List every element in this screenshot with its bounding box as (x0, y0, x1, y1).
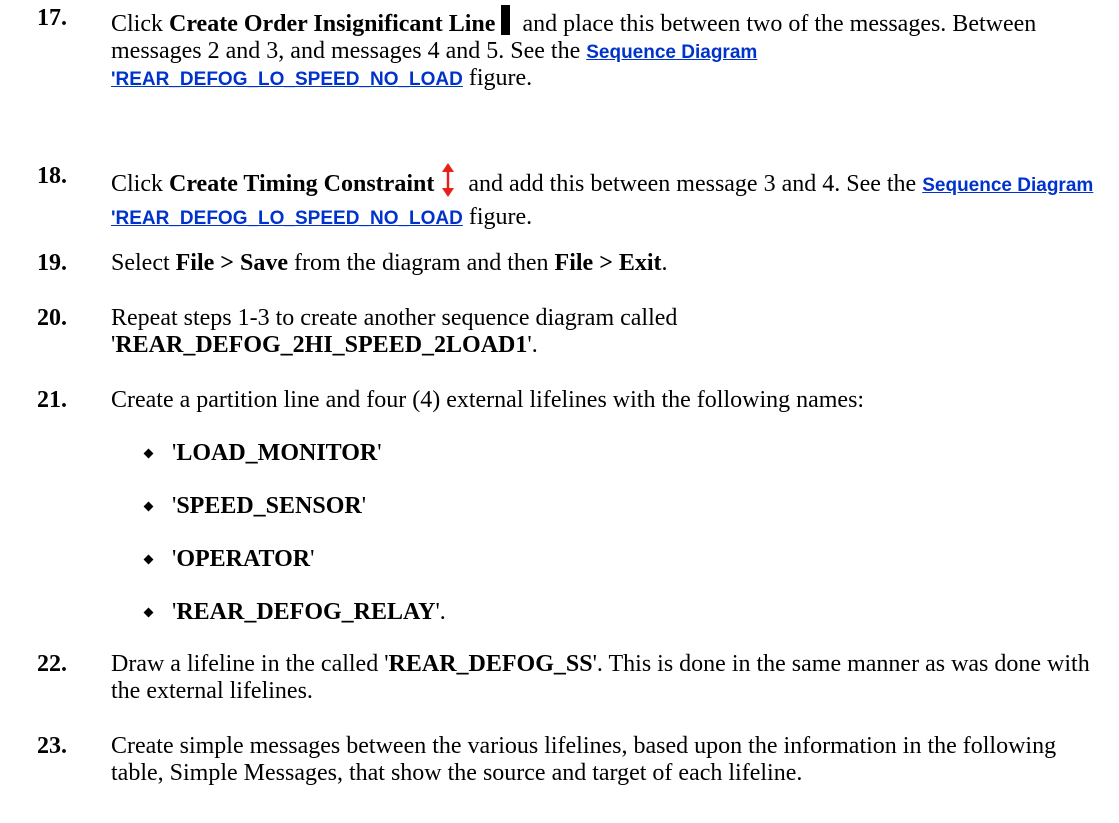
bullet-icon (143, 607, 154, 618)
double-arrow-icon (440, 163, 456, 204)
quote: ' (361, 493, 367, 519)
step-number: 17. (37, 5, 67, 31)
step-number: 21. (37, 387, 67, 413)
step-text-part: . (661, 250, 668, 276)
lifeline-name: SPEED_SENSOR (176, 493, 362, 519)
step-number: 23. (37, 733, 67, 759)
step-text-part: Click (111, 11, 169, 37)
step-number: 18. (37, 163, 67, 189)
step-text: Select File > Save from the diagram and … (111, 250, 1107, 277)
step-number: 22. (37, 651, 67, 677)
step-text-part: from the diagram and then (287, 250, 555, 276)
step-text-part: '. (527, 331, 538, 358)
bullet-icon (143, 501, 154, 512)
step-text: Repeat steps 1-3 to create another seque… (111, 305, 1107, 359)
step-text-part: Draw a lifeline in the called ' (111, 651, 389, 677)
lifeline-name: LOAD_MONITOR (176, 440, 378, 466)
step-text: Click Create Timing Constraint and add t… (111, 163, 1107, 231)
step-text-part: Repeat steps 1-3 to create another seque… (111, 305, 678, 331)
step-text-part: and add this between message 3 and 4. Se… (462, 171, 923, 197)
step-text-part: Click (111, 171, 169, 197)
step-text-part: Select (111, 250, 176, 276)
vertical-bar-icon (501, 5, 511, 35)
menu-path: File > Save (175, 250, 288, 276)
step-number: 20. (37, 305, 67, 331)
step-text: Create simple messages between the vario… (111, 733, 1057, 786)
diagram-name: REAR_DEFOG_2HI_SPEED_2LOAD1 (115, 331, 528, 358)
bullet-icon (143, 448, 154, 459)
quote: '. (435, 599, 446, 625)
lifeline-name: OPERATOR (176, 546, 311, 572)
bullet-icon (143, 554, 154, 565)
step-text: Create a partition line and four (4) ext… (111, 387, 865, 413)
step-text: Draw a lifeline in the called 'REAR_DEFO… (111, 651, 1107, 705)
step-text-part: figure. (462, 203, 533, 230)
lifeline-name: REAR_DEFOG_SS (388, 651, 593, 677)
step-text-part: figure. (462, 64, 533, 91)
menu-path: File > Exit (554, 250, 662, 276)
lifeline-name: REAR_DEFOG_RELAY (176, 599, 436, 625)
command-name: Create Order Insignificant Line (169, 11, 496, 37)
command-name: Create Timing Constraint (169, 171, 435, 197)
step-number: 19. (37, 250, 67, 276)
quote: ' (377, 440, 382, 466)
quote: ' (310, 546, 315, 572)
step-text: Click Create Order Insignificant Line an… (111, 5, 1107, 92)
